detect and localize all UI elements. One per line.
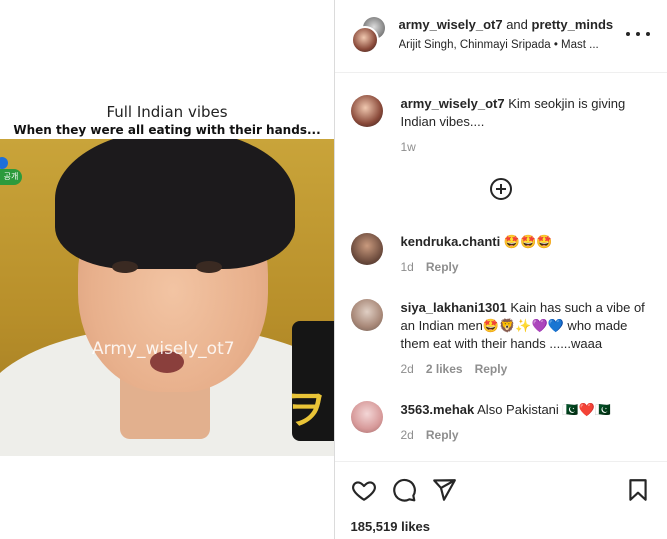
- reply-button[interactable]: Reply: [475, 362, 508, 376]
- photo-right-eye: [196, 261, 222, 273]
- comment-text: 🤩🤩🤩: [503, 234, 553, 249]
- authors-joiner: and: [502, 17, 532, 32]
- photo-hair: [55, 139, 295, 269]
- commenter-avatar[interactable]: [350, 401, 383, 433]
- comment-bubble-icon[interactable]: [391, 477, 417, 503]
- comments-list[interactable]: army_wisely_ot7 Kim seokjin is giving In…: [335, 73, 667, 461]
- commenter-avatar[interactable]: [350, 95, 383, 127]
- comment-time: 1w: [400, 140, 416, 154]
- comment-username[interactable]: army_wisely_ot7: [401, 96, 505, 111]
- comment-username[interactable]: kendruka.chanti: [401, 234, 501, 249]
- author-avatar[interactable]: [350, 26, 379, 54]
- mic-logo: ヲ: [286, 387, 326, 433]
- dot-icon: [645, 32, 650, 36]
- comment-meta: 2d 2 likes Reply: [401, 362, 508, 376]
- heart-icon[interactable]: [351, 477, 377, 503]
- author-username[interactable]: army_wisely_ot7: [399, 17, 503, 32]
- video-watermark: Army_wisely_ot7: [92, 339, 235, 359]
- comment-time: 1d: [400, 260, 414, 274]
- comment-body: siya_lakhani1301 Kain has such a vibe of…: [401, 299, 651, 353]
- photo-left-eye: [112, 261, 138, 273]
- reply-button[interactable]: Reply: [426, 260, 459, 274]
- comment-username[interactable]: 3563.mehak: [401, 402, 475, 417]
- comment-body: army_wisely_ot7 Kim seokjin is giving In…: [401, 95, 651, 131]
- paper-plane-icon[interactable]: [431, 477, 457, 503]
- likes-count[interactable]: 185,519 likes: [351, 519, 431, 534]
- more-options-button[interactable]: [625, 24, 650, 44]
- comment-meta: 1d Reply: [401, 260, 459, 274]
- post-media[interactable]: Full Indian vibes When they were all eat…: [0, 0, 335, 539]
- channel-logo-icon: [0, 157, 8, 169]
- comment-body: kendruka.chanti 🤩🤩🤩: [401, 233, 651, 251]
- post-actions-bar: 185,519 likes: [334, 461, 667, 539]
- comment-meta: 2d Reply: [401, 428, 459, 442]
- comment-username[interactable]: siya_lakhani1301: [401, 300, 507, 315]
- load-more-comments-button[interactable]: [489, 178, 512, 200]
- comment-meta: 1w: [401, 140, 416, 154]
- commenter-avatar[interactable]: [350, 299, 383, 331]
- reply-button[interactable]: Reply: [426, 428, 459, 442]
- dot-icon: [625, 32, 630, 36]
- broadcast-badge: 공개: [0, 169, 22, 185]
- comment-text: Also Pakistani 🇵🇰❤️🇵🇰: [477, 402, 611, 417]
- comment-time: 2d: [400, 362, 414, 376]
- bookmark-icon[interactable]: [625, 477, 651, 503]
- post-authors: army_wisely_ot7 and pretty_minds: [399, 17, 619, 32]
- post-header: army_wisely_ot7 and pretty_minds Arijit …: [334, 0, 667, 73]
- instagram-post-view: Full Indian vibes When they were all eat…: [0, 0, 667, 539]
- collaborator-username[interactable]: pretty_minds: [532, 17, 614, 32]
- media-caption-subtitle: When they were all eating with their han…: [13, 123, 321, 137]
- dot-icon: [635, 32, 640, 36]
- audio-attribution[interactable]: Arijit Singh, Chinmayi Sripada • Mast ..…: [399, 39, 621, 51]
- comment-likes[interactable]: 2 likes: [426, 362, 463, 376]
- post-side-panel: army_wisely_ot7 and pretty_minds Arijit …: [334, 0, 667, 539]
- post-photo: 공개 ヲ Army_wisely_ot7: [0, 139, 334, 456]
- comment-body: 3563.mehak Also Pakistani 🇵🇰❤️🇵🇰: [401, 401, 651, 419]
- media-caption-title: Full Indian vibes: [106, 103, 228, 121]
- comment-time: 2d: [400, 428, 414, 442]
- commenter-avatar[interactable]: [350, 233, 383, 265]
